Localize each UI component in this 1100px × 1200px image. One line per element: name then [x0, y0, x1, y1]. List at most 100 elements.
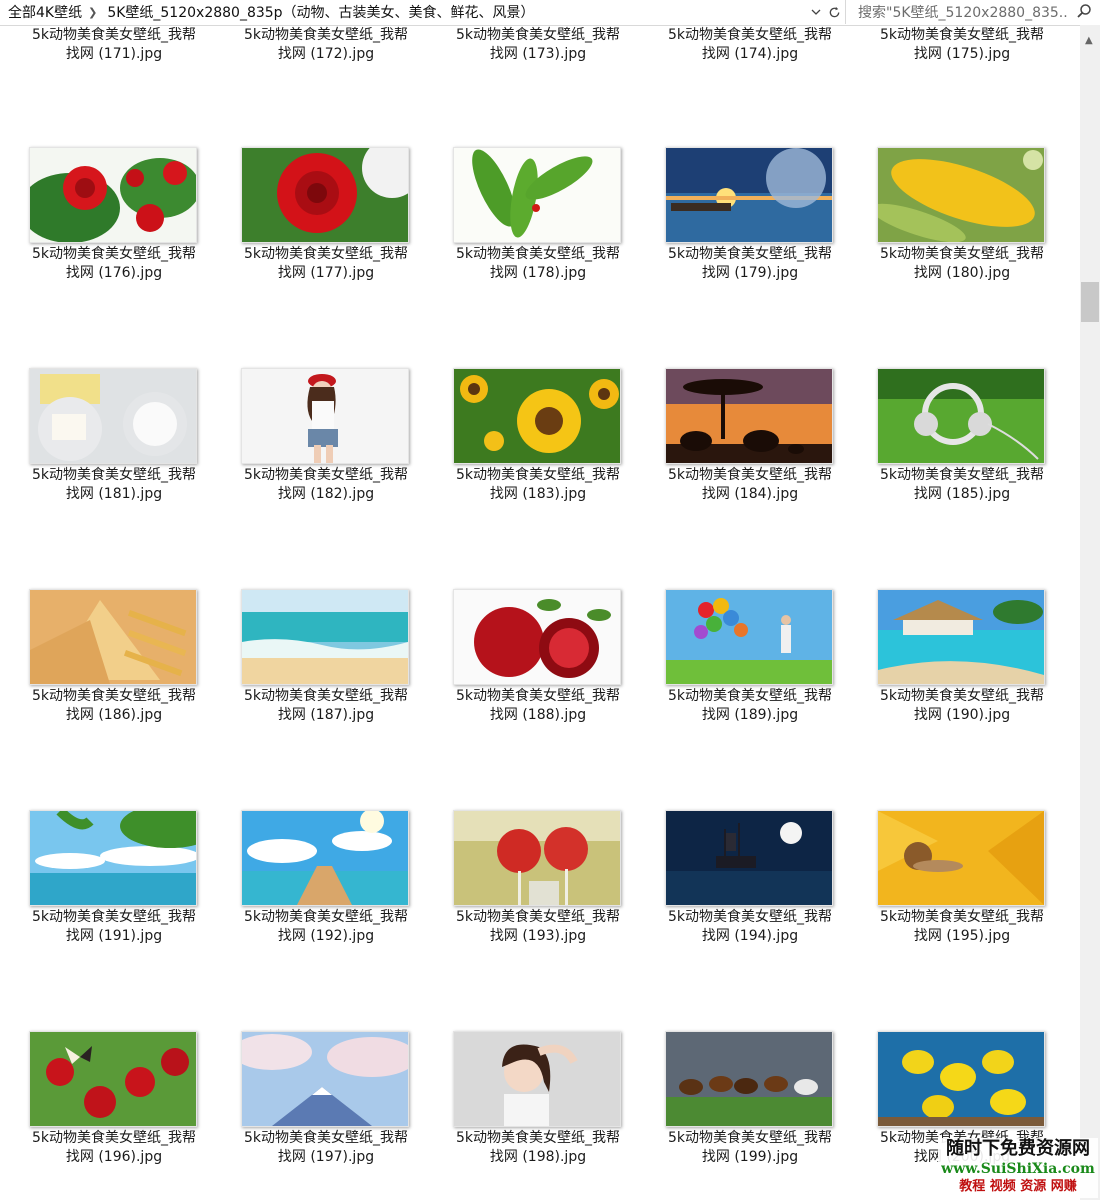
- file-name-line2: 找网 (178).jpg: [489, 265, 587, 281]
- file-name-line2: 找网 (175).jpg: [913, 46, 1011, 62]
- file-thumbnail[interactable]: [453, 368, 621, 464]
- file-thumbnail[interactable]: [453, 147, 621, 243]
- file-thumbnail[interactable]: [29, 589, 197, 685]
- watermark-url: www.SuiShiXia.com: [941, 1161, 1095, 1177]
- file-name-line1: 5k动物美食美女壁纸_我帮: [243, 27, 408, 43]
- file-thumbnail[interactable]: [665, 368, 833, 464]
- file-name[interactable]: 5k动物美食美女壁纸_我帮 找网 (194).jpg: [648, 908, 852, 946]
- file-thumbnail[interactable]: [453, 810, 621, 906]
- chevron-right-icon[interactable]: ❯: [86, 6, 99, 19]
- file-name-line1: 5k动物美食美女壁纸_我帮: [455, 1130, 620, 1146]
- file-thumbnail[interactable]: [877, 589, 1045, 685]
- file-name[interactable]: 5k动物美食美女壁纸_我帮 找网 (179).jpg: [648, 245, 852, 283]
- refresh-icon[interactable]: [823, 0, 845, 24]
- file-name-line1: 5k动物美食美女壁纸_我帮: [667, 1130, 832, 1146]
- file-name[interactable]: 5k动物美食美女壁纸_我帮 找网 (174).jpg: [648, 26, 852, 64]
- file-thumbnail[interactable]: [29, 368, 197, 464]
- file-name-line1: 5k动物美食美女壁纸_我帮: [31, 909, 196, 925]
- file-name[interactable]: 5k动物美食美女壁纸_我帮 找网 (197).jpg: [224, 1129, 428, 1167]
- search-input[interactable]: 搜索"5K壁纸_5120x2880_835...: [850, 2, 1068, 22]
- scroll-thumb[interactable]: [1081, 282, 1099, 322]
- file-name[interactable]: 5k动物美食美女壁纸_我帮 找网 (193).jpg: [436, 908, 640, 946]
- file-name-line1: 5k动物美食美女壁纸_我帮: [455, 467, 620, 483]
- file-thumbnail[interactable]: [877, 1031, 1045, 1127]
- file-name-line1: 5k动物美食美女壁纸_我帮: [879, 27, 1044, 43]
- file-name-line2: 找网 (179).jpg: [701, 265, 799, 281]
- file-name-line1: 5k动物美食美女壁纸_我帮: [667, 909, 832, 925]
- file-thumbnail[interactable]: [665, 589, 833, 685]
- file-thumbnail[interactable]: [29, 147, 197, 243]
- file-name-line2: 找网 (186).jpg: [65, 707, 163, 723]
- file-thumbnail[interactable]: [665, 1031, 833, 1127]
- file-name[interactable]: 5k动物美食美女壁纸_我帮 找网 (175).jpg: [860, 26, 1064, 64]
- search-icon[interactable]: [1076, 3, 1094, 21]
- file-name[interactable]: 5k动物美食美女壁纸_我帮 找网 (199).jpg: [648, 1129, 852, 1167]
- file-thumbnail[interactable]: [453, 589, 621, 685]
- file-thumbnail[interactable]: [665, 147, 833, 243]
- file-name-line2: 找网 (193).jpg: [489, 928, 587, 944]
- file-name-line2: 找网 (180).jpg: [913, 265, 1011, 281]
- file-name[interactable]: 5k动物美食美女壁纸_我帮 找网 (192).jpg: [224, 908, 428, 946]
- file-thumbnail[interactable]: [877, 810, 1045, 906]
- file-name[interactable]: 5k动物美食美女壁纸_我帮 找网 (178).jpg: [436, 245, 640, 283]
- file-thumbnail[interactable]: [241, 810, 409, 906]
- file-thumbnail[interactable]: [29, 810, 197, 906]
- file-name[interactable]: 5k动物美食美女壁纸_我帮 找网 (189).jpg: [648, 687, 852, 725]
- file-name-line2: 找网 (184).jpg: [701, 486, 799, 502]
- file-name[interactable]: 5k动物美食美女壁纸_我帮 找网 (184).jpg: [648, 466, 852, 504]
- breadcrumb-root[interactable]: 全部4K壁纸: [0, 2, 86, 22]
- file-name[interactable]: 5k动物美食美女壁纸_我帮 找网 (171).jpg: [12, 26, 216, 64]
- file-name-line1: 5k动物美食美女壁纸_我帮: [667, 246, 832, 262]
- file-name-line1: 5k动物美食美女壁纸_我帮: [243, 909, 408, 925]
- file-name[interactable]: 5k动物美食美女壁纸_我帮 找网 (198).jpg: [436, 1129, 640, 1167]
- file-name[interactable]: 5k动物美食美女壁纸_我帮 找网 (172).jpg: [224, 26, 428, 64]
- file-name-line2: 找网 (182).jpg: [277, 486, 375, 502]
- file-name-line1: 5k动物美食美女壁纸_我帮: [243, 688, 408, 704]
- breadcrumb-current[interactable]: 5K壁纸_5120x2880_835p（动物、古装美女、美食、鲜花、风景）: [99, 2, 538, 22]
- search-box[interactable]: 搜索"5K壁纸_5120x2880_835...: [850, 0, 1098, 24]
- watermark-title: 随时下免费资源网: [946, 1138, 1090, 1159]
- file-thumbnail[interactable]: [241, 147, 409, 243]
- file-name-line1: 5k动物美食美女壁纸_我帮: [243, 467, 408, 483]
- file-name-line1: 5k动物美食美女壁纸_我帮: [667, 688, 832, 704]
- file-name-line2: 找网 (188).jpg: [489, 707, 587, 723]
- file-thumbnail[interactable]: [877, 368, 1045, 464]
- file-name[interactable]: 5k动物美食美女壁纸_我帮 找网 (180).jpg: [860, 245, 1064, 283]
- file-name[interactable]: 5k动物美食美女壁纸_我帮 找网 (185).jpg: [860, 466, 1064, 504]
- file-name[interactable]: 5k动物美食美女壁纸_我帮 找网 (177).jpg: [224, 245, 428, 283]
- file-name[interactable]: 5k动物美食美女壁纸_我帮 找网 (186).jpg: [12, 687, 216, 725]
- file-name[interactable]: 5k动物美食美女壁纸_我帮 找网 (191).jpg: [12, 908, 216, 946]
- file-grid: 5k动物美食美女壁纸_我帮 找网 (171).jpg 5k动物美食美女壁纸_我帮 找网…: [0, 25, 1080, 1200]
- file-thumbnail[interactable]: [665, 810, 833, 906]
- file-thumbnail[interactable]: [241, 589, 409, 685]
- file-name-line2: 找网 (196).jpg: [65, 1149, 163, 1165]
- file-name[interactable]: 5k动物美食美女壁纸_我帮 找网 (196).jpg: [12, 1129, 216, 1167]
- vertical-scrollbar[interactable]: ▲: [1080, 25, 1100, 1200]
- file-name[interactable]: 5k动物美食美女壁纸_我帮 找网 (195).jpg: [860, 908, 1064, 946]
- file-name-line1: 5k动物美食美女壁纸_我帮: [31, 688, 196, 704]
- file-name[interactable]: 5k动物美食美女壁纸_我帮 找网 (181).jpg: [12, 466, 216, 504]
- file-name-line1: 5k动物美食美女壁纸_我帮: [31, 467, 196, 483]
- file-name-line2: 找网 (177).jpg: [277, 265, 375, 281]
- watermark: 随时下免费资源网 www.SuiShiXia.com 教程 视频 资源 网赚: [938, 1138, 1098, 1198]
- file-thumbnail[interactable]: [453, 1031, 621, 1127]
- file-thumbnail[interactable]: [877, 147, 1045, 243]
- file-name[interactable]: 5k动物美食美女壁纸_我帮 找网 (182).jpg: [224, 466, 428, 504]
- file-name[interactable]: 5k动物美食美女壁纸_我帮 找网 (190).jpg: [860, 687, 1064, 725]
- file-thumbnail[interactable]: [241, 1031, 409, 1127]
- file-name[interactable]: 5k动物美食美女壁纸_我帮 找网 (188).jpg: [436, 687, 640, 725]
- file-name-line2: 找网 (181).jpg: [65, 486, 163, 502]
- file-name[interactable]: 5k动物美食美女壁纸_我帮 找网 (176).jpg: [12, 245, 216, 283]
- address-toolbar: 全部4K壁纸 ❯ 5K壁纸_5120x2880_835p（动物、古装美女、美食、…: [0, 0, 1100, 26]
- scroll-up-icon[interactable]: ▲: [1085, 35, 1093, 46]
- file-name[interactable]: 5k动物美食美女壁纸_我帮 找网 (187).jpg: [224, 687, 428, 725]
- file-thumbnail[interactable]: [29, 1031, 197, 1127]
- file-name[interactable]: 5k动物美食美女壁纸_我帮 找网 (183).jpg: [436, 466, 640, 504]
- file-name-line2: 找网 (195).jpg: [913, 928, 1011, 944]
- file-name-line2: 找网 (191).jpg: [65, 928, 163, 944]
- file-name-line2: 找网 (172).jpg: [277, 46, 375, 62]
- file-name[interactable]: 5k动物美食美女壁纸_我帮 找网 (173).jpg: [436, 26, 640, 64]
- file-thumbnail[interactable]: [241, 368, 409, 464]
- address-bar[interactable]: 全部4K壁纸 ❯ 5K壁纸_5120x2880_835p（动物、古装美女、美食、…: [0, 0, 846, 24]
- file-name-line2: 找网 (176).jpg: [65, 265, 163, 281]
